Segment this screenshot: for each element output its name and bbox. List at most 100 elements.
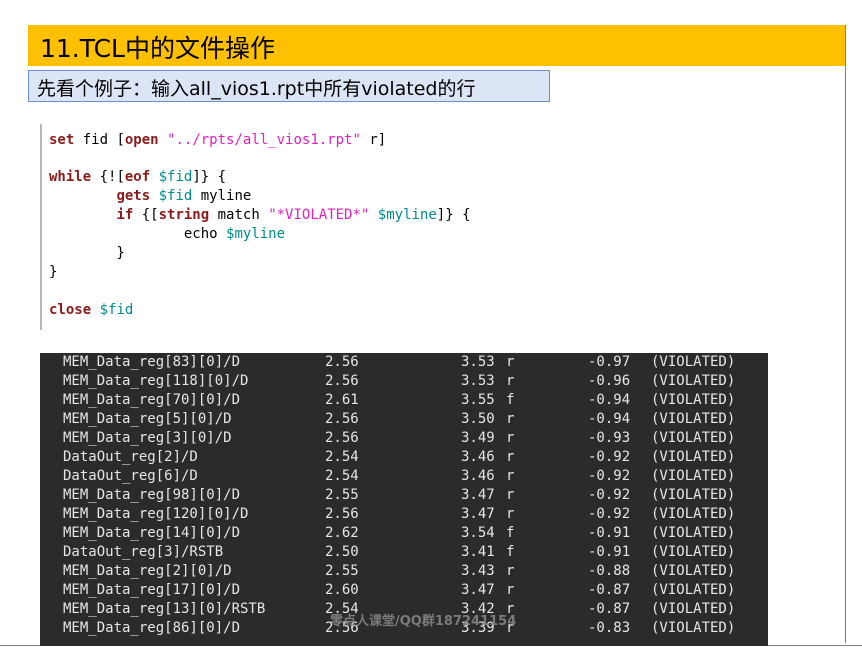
terminal-row: MEM_Data_reg[3][0]/D 2.56 3.49 r -0.93 (VIOLA… xyxy=(40,429,768,448)
code-line-8: close $fid xyxy=(49,301,133,320)
status-text: (VIOLATED) xyxy=(651,392,736,408)
arrival-time: 3.53 xyxy=(461,373,495,389)
keyword-if: if xyxy=(116,207,134,223)
edge-type: r xyxy=(506,487,515,503)
slack-value: -0.97 xyxy=(588,354,631,370)
variable: $myline xyxy=(226,226,286,242)
status-text: (VIOLATED) xyxy=(651,411,736,427)
edge-type: f xyxy=(506,392,515,408)
status-text: (VIOLATED) xyxy=(651,544,736,560)
edge-type: f xyxy=(506,544,515,560)
required-time: 2.55 xyxy=(325,563,359,579)
arrival-time: 3.43 xyxy=(461,563,495,579)
code-line-3: gets $fid myline xyxy=(49,187,251,206)
slack-value: -0.92 xyxy=(588,449,631,465)
status-text: (VIOLATED) xyxy=(651,449,736,465)
arrival-time: 3.54 xyxy=(461,525,495,541)
slack-value: -0.88 xyxy=(588,563,631,579)
terminal-output: MEM_Data_reg[83][0]/D 2.56 3.53 r -0.97 (VIOL… xyxy=(40,353,768,646)
code-text: r] xyxy=(360,132,387,148)
terminal-row: MEM_Data_reg[70][0]/D 2.61 3.55 f -0.94 (VIOL… xyxy=(40,391,768,410)
code-text: ]} { xyxy=(436,207,471,223)
terminal-row: MEM_Data_reg[2][0]/D 2.55 3.43 r -0.88 (VIOLA… xyxy=(40,562,768,581)
terminal-row: MEM_Data_reg[14][0]/D 2.62 3.54 f -0.91 (VIOL… xyxy=(40,524,768,543)
required-time: 2.50 xyxy=(325,544,359,560)
required-time: 2.56 xyxy=(325,354,359,370)
subtitle-box: 先看个例子：输入all_vios1.rpt中所有violated的行 xyxy=(28,70,550,102)
required-time: 2.56 xyxy=(325,373,359,389)
required-time: 2.61 xyxy=(325,392,359,408)
slack-value: -0.96 xyxy=(588,373,631,389)
pin-name: MEM_Data_reg[118][0]/D xyxy=(63,373,249,389)
code-line-1: set fid [open "../rpts/all_vios1.rpt" r] xyxy=(49,131,386,150)
slack-value: -0.87 xyxy=(588,601,631,617)
required-time: 2.55 xyxy=(325,487,359,503)
code-text: {[ xyxy=(133,207,159,223)
arrival-time: 3.46 xyxy=(461,468,495,484)
keyword-gets: gets xyxy=(116,188,151,204)
code-line-2: while {![eof $fid]} { xyxy=(49,168,226,187)
status-text: (VIOLATED) xyxy=(651,430,736,446)
edge-type: r xyxy=(506,373,515,389)
keyword-open: open xyxy=(124,132,159,148)
slide-right-border xyxy=(845,25,846,643)
terminal-row: MEM_Data_reg[120][0]/D 2.56 3.47 r -0.92 (VIO… xyxy=(40,505,768,524)
required-time: 2.56 xyxy=(325,430,359,446)
slack-value: -0.87 xyxy=(588,582,631,598)
slack-value: -0.94 xyxy=(588,411,631,427)
arrival-time: 3.49 xyxy=(461,430,495,446)
code-text: myline xyxy=(192,188,252,204)
edge-type: r xyxy=(506,506,515,522)
slide-title: 11.TCL中的文件操作 xyxy=(40,34,275,63)
variable: $fid xyxy=(158,169,193,185)
required-time: 2.54 xyxy=(325,468,359,484)
pin-name: MEM_Data_reg[86][0]/D xyxy=(63,620,241,636)
code-line-7: } xyxy=(49,264,58,280)
edge-type: r xyxy=(506,582,515,598)
arrival-time: 3.47 xyxy=(461,582,495,598)
pin-name: MEM_Data_reg[98][0]/D xyxy=(63,487,241,503)
keyword-close: close xyxy=(49,302,92,318)
pin-name: MEM_Data_reg[120][0]/D xyxy=(63,506,249,522)
keyword-string: string xyxy=(158,207,210,223)
slack-value: -0.92 xyxy=(588,506,631,522)
variable: $fid xyxy=(99,302,134,318)
status-text: (VIOLATED) xyxy=(651,506,736,522)
slack-value: -0.83 xyxy=(588,620,631,636)
terminal-row: DataOut_reg[3]/RSTB 2.50 3.41 f -0.91 (VIOLAT… xyxy=(40,543,768,562)
slack-value: -0.91 xyxy=(588,544,631,560)
required-time: 2.62 xyxy=(325,525,359,541)
arrival-time: 3.47 xyxy=(461,506,495,522)
edge-type: r xyxy=(506,411,515,427)
pin-name: DataOut_reg[3]/RSTB xyxy=(63,544,224,560)
status-text: (VIOLATED) xyxy=(651,525,736,541)
string-literal: "*VIOLATED*" xyxy=(268,207,370,223)
status-text: (VIOLATED) xyxy=(651,620,736,636)
slide-title-bar: 11.TCL中的文件操作 xyxy=(28,25,845,66)
arrival-time: 3.50 xyxy=(461,411,495,427)
pin-name: MEM_Data_reg[70][0]/D xyxy=(63,392,241,408)
terminal-row: MEM_Data_reg[98][0]/D 2.55 3.47 r -0.92 (VIOL… xyxy=(40,486,768,505)
required-time: 2.54 xyxy=(325,449,359,465)
string-literal: "../rpts/all_vios1.rpt" xyxy=(167,132,361,148)
status-text: (VIOLATED) xyxy=(651,468,736,484)
pin-name: DataOut_reg[6]/D xyxy=(63,468,198,484)
code-text: ]} { xyxy=(192,169,227,185)
pin-name: MEM_Data_reg[17][0]/D xyxy=(63,582,241,598)
edge-type: r xyxy=(506,468,515,484)
required-time: 2.56 xyxy=(325,506,359,522)
watermark: 零点人课堂/QQ群187241154 xyxy=(330,614,517,629)
code-text: fid [ xyxy=(74,132,125,148)
edge-type: r xyxy=(506,563,515,579)
pin-name: MEM_Data_reg[83][0]/D xyxy=(63,354,241,370)
arrival-time: 3.47 xyxy=(461,487,495,503)
terminal-row: DataOut_reg[2]/D 2.54 3.46 r -0.92 (VIOLATED) xyxy=(40,448,768,467)
pin-name: DataOut_reg[2]/D xyxy=(63,449,198,465)
slack-value: -0.91 xyxy=(588,525,631,541)
